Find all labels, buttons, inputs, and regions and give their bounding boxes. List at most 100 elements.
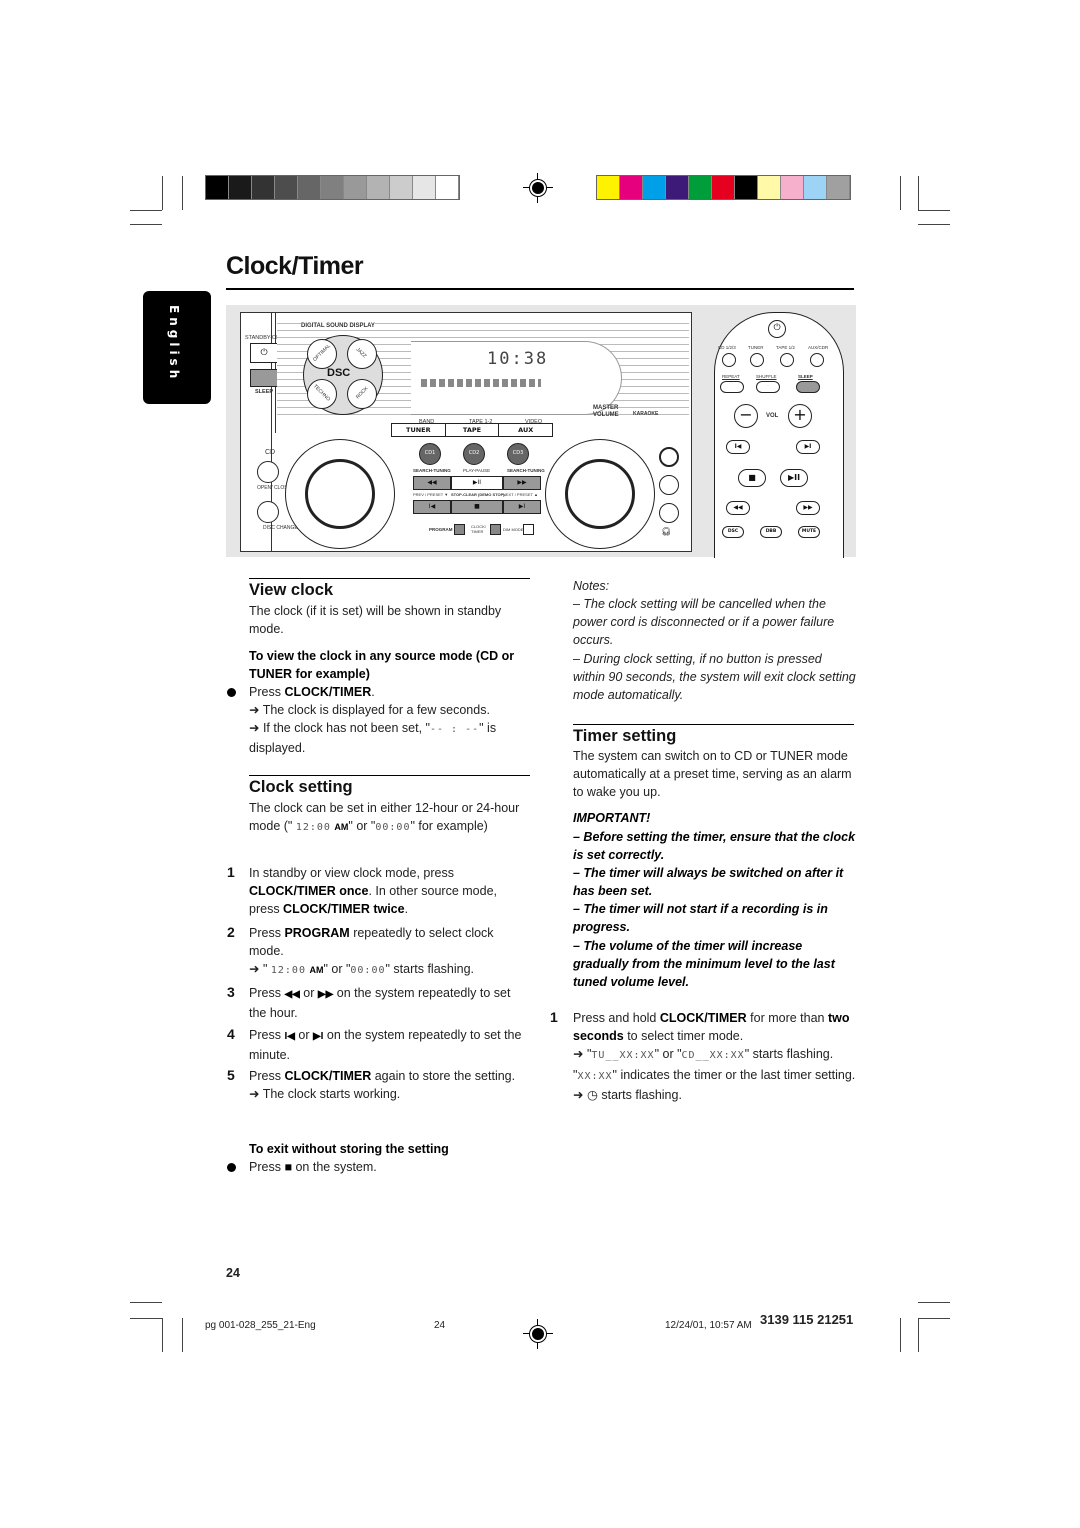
next-button[interactable]: ▶I xyxy=(503,500,541,514)
standby-button[interactable]: ⏻ xyxy=(250,343,278,363)
gray-swatch xyxy=(436,176,459,199)
remote-power-button[interactable]: ⏻ xyxy=(768,320,786,338)
timer-step-1: Press and hold CLOCK/TIMER for more than… xyxy=(573,1011,856,1102)
remote-shuffle-button[interactable] xyxy=(756,381,780,393)
step-number: 5 xyxy=(227,1067,235,1083)
remote-label: CD 1/2/3 xyxy=(718,345,736,350)
language-tab: English xyxy=(143,291,211,404)
color-swatch xyxy=(781,176,804,199)
cd1-button[interactable]: CD1 xyxy=(419,443,441,465)
sleep-button[interactable] xyxy=(250,369,278,387)
button-label: PREV / PRESET ▼ xyxy=(413,492,449,497)
color-swatch xyxy=(758,176,781,199)
cd3-button[interactable]: CD3 xyxy=(507,443,529,465)
color-swatch xyxy=(827,176,850,199)
important-item: – Before setting the timer, ensure that … xyxy=(573,830,856,863)
master-volume-knob[interactable] xyxy=(565,459,635,529)
remote-prev-button[interactable]: I◀ xyxy=(726,440,750,454)
headphone-jack[interactable] xyxy=(659,503,679,523)
dim-mode-button[interactable] xyxy=(523,524,534,535)
clock-step-3: Press ◀◀ or ▶▶ on the system repeatedly … xyxy=(249,986,511,1021)
play-pause-button[interactable]: ▶II xyxy=(451,476,503,490)
remote-dbb-button[interactable]: DBB xyxy=(760,526,782,538)
page-title: Clock/Timer xyxy=(226,252,364,280)
color-swatch xyxy=(597,176,620,199)
gray-swatch xyxy=(252,176,275,199)
notes-heading: Notes: xyxy=(573,579,610,593)
view-clock-intro: The clock (if it is set) will be shown i… xyxy=(249,604,502,637)
button-label: STOP-CLEAR (DEMO STOP) xyxy=(451,492,505,497)
view-clock-heading: View clock xyxy=(249,581,334,599)
button-label: PROGRAM xyxy=(429,527,453,532)
view-clock-subheading: To view the clock in any source mode (CD… xyxy=(249,649,515,682)
mic-level-knob[interactable] xyxy=(659,447,679,467)
search-back-button[interactable]: ◀◀ xyxy=(413,476,451,490)
view-clock-step: Press CLOCK/TIMER. xyxy=(249,685,375,699)
bullet xyxy=(227,1163,236,1172)
remote-tuner-button[interactable] xyxy=(750,353,764,367)
clock-setting-intro: The clock can be set in either 12-hour o… xyxy=(249,801,520,834)
cd2-button[interactable]: CD2 xyxy=(463,443,485,465)
exit-step: Press ■ on the system. xyxy=(249,1160,377,1174)
remote-label: TAPE 1/2 xyxy=(776,345,795,350)
remote-sleep-button[interactable] xyxy=(796,381,820,393)
button-label: CLOCK/ TIMER xyxy=(471,524,486,534)
color-calibration-bar xyxy=(596,175,851,200)
view-clock-result: ➜ The clock is displayed for a few secon… xyxy=(249,703,490,717)
tuner-button[interactable]: TUNER xyxy=(392,424,446,436)
remote-vol-label: VOL xyxy=(766,413,779,419)
remote-label: AUX/CDR xyxy=(808,345,829,350)
dsc-control-knob[interactable] xyxy=(305,459,375,529)
footer-page: 24 xyxy=(434,1320,446,1331)
remote-vol-plus-button[interactable]: + xyxy=(788,404,812,428)
remote-repeat-button[interactable] xyxy=(720,381,744,393)
important-heading: IMPORTANT! xyxy=(573,811,651,825)
timer-setting-heading: Timer setting xyxy=(573,727,677,745)
registration-mark-icon xyxy=(523,173,553,203)
footer-file-name: pg 001-028_255_21-Eng xyxy=(205,1320,316,1331)
remote-label: REPEAT xyxy=(722,374,740,379)
step-number: 1 xyxy=(550,1009,558,1025)
open-close-button[interactable] xyxy=(257,461,279,483)
remote-play-pause-button[interactable]: ▶II xyxy=(780,469,808,487)
color-swatch xyxy=(735,176,758,199)
view-clock-divider xyxy=(249,578,530,579)
important-item: – The timer will always be switched on a… xyxy=(573,866,844,899)
button-label: SEARCH-TUNING xyxy=(413,468,451,473)
remote-vol-minus-button[interactable]: − xyxy=(734,404,758,428)
gray-swatch xyxy=(367,176,390,199)
color-swatch xyxy=(666,176,689,199)
view-clock-result: ➜ If the clock has not been set, "-- : -… xyxy=(249,721,497,756)
color-swatch xyxy=(620,176,643,199)
clock-step-5: Press CLOCK/TIMER again to store the set… xyxy=(249,1069,516,1102)
prev-button[interactable]: I◀ xyxy=(413,500,451,514)
remote-cd-button[interactable] xyxy=(722,353,736,367)
aux-button[interactable]: AUX xyxy=(499,424,552,436)
button-label: NEXT / PRESET ▲ xyxy=(503,492,538,497)
footer-code: 3139 115 21251 xyxy=(760,1312,854,1327)
color-swatch xyxy=(712,176,735,199)
color-swatch xyxy=(689,176,712,199)
remote-stop-button[interactable]: ■ xyxy=(738,469,766,487)
gray-swatch xyxy=(413,176,436,199)
step-number: 4 xyxy=(227,1026,235,1042)
remote-aux-button[interactable] xyxy=(810,353,824,367)
remote-label: TUNER xyxy=(748,345,764,350)
disc-change-button[interactable] xyxy=(257,501,279,523)
remote-next-button[interactable]: ▶I xyxy=(796,440,820,454)
mic-jack[interactable] xyxy=(659,475,679,495)
remote-tape-button[interactable] xyxy=(780,353,794,367)
program-button[interactable] xyxy=(454,524,465,535)
gray-swatch xyxy=(321,176,344,199)
remote-forward-button[interactable]: ▶▶ xyxy=(796,501,820,515)
remote-rewind-button[interactable]: ◀◀ xyxy=(726,501,750,515)
tape-button[interactable]: TAPE xyxy=(446,424,500,436)
remote-dsc-button[interactable]: DSC xyxy=(722,526,744,538)
important-item: – The volume of the timer will increase … xyxy=(573,939,835,990)
search-forward-button[interactable]: ▶▶ xyxy=(503,476,541,490)
stop-button[interactable]: ■ xyxy=(451,500,503,514)
clock-timer-button[interactable] xyxy=(490,524,501,535)
clock-setting-divider xyxy=(249,775,530,776)
remote-mute-button[interactable]: MUTE xyxy=(798,526,820,538)
sleep-label: SLEEP xyxy=(255,389,274,395)
